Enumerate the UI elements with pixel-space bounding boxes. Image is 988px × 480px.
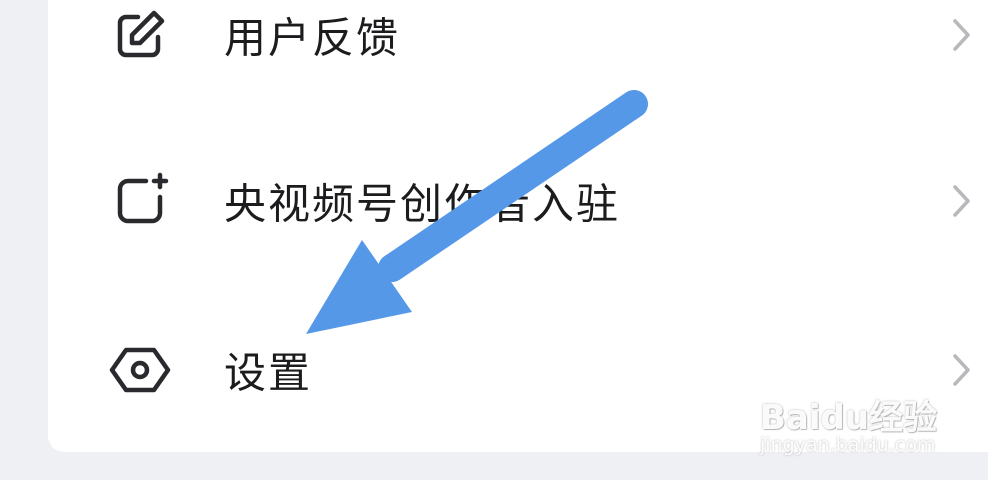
screen: 用户反馈 央视频号创作者入驻 设置 Baidu经验 jingyan.baidu.…: [0, 0, 988, 480]
menu-item-creator-signup[interactable]: 央视频号创作者入驻: [48, 146, 988, 256]
settings-hexagon-icon: [109, 347, 171, 393]
chevron-right-icon: [953, 354, 970, 386]
menu-item-feedback[interactable]: 用户反馈: [48, 0, 988, 90]
menu-item-label: 设置: [224, 348, 313, 398]
chevron-right-icon: [953, 19, 970, 51]
add-square-icon: [117, 172, 169, 224]
edit-icon: [117, 10, 165, 58]
menu-item-label: 央视频号创作者入驻: [224, 179, 621, 229]
menu-item-label: 用户反馈: [224, 13, 401, 63]
chevron-right-icon: [953, 185, 970, 217]
menu-item-settings[interactable]: 设置: [48, 315, 988, 425]
menu-card: 用户反馈 央视频号创作者入驻 设置: [48, 0, 988, 452]
